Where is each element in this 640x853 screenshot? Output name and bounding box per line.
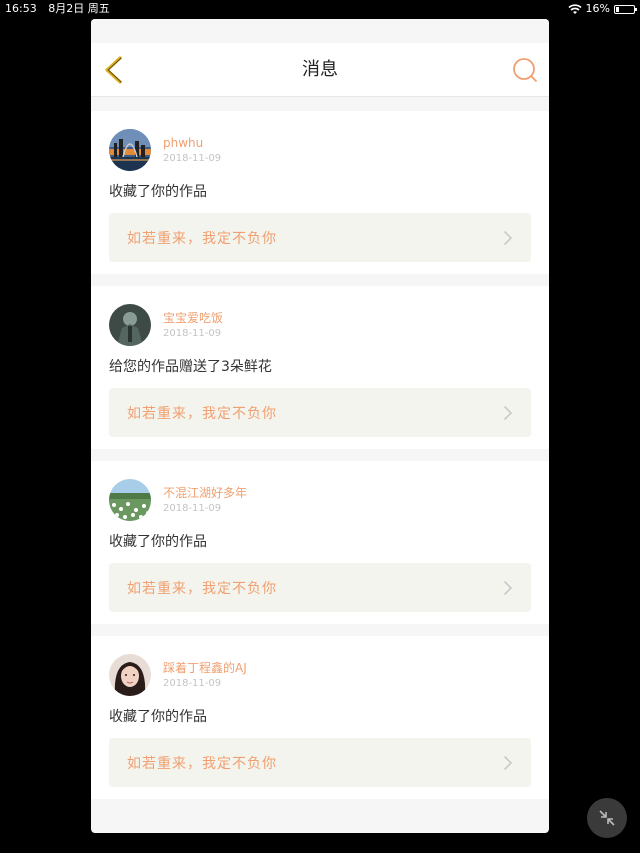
message-text: 收藏了你的作品 (109, 534, 207, 550)
username[interactable]: 不混江湖好多年 (163, 485, 247, 501)
flower-field-avatar[interactable] (109, 479, 151, 521)
message-date: 2018-11-09 (163, 677, 222, 689)
battery-fill (616, 6, 619, 12)
message-window: 消息 phwhu 2018-11-09 收藏了你的作品 如若重来，我定不负你 宝… (91, 19, 549, 833)
collapse-button[interactable] (587, 798, 627, 838)
message-date: 2018-11-09 (163, 152, 222, 164)
work-title: 如若重来，我定不负你 (127, 755, 277, 772)
message-date: 2018-11-09 (163, 502, 222, 514)
wifi-icon (568, 4, 582, 14)
work-link[interactable]: 如若重来，我定不负你 (109, 563, 531, 612)
message-text: 收藏了你的作品 (109, 709, 207, 725)
work-link[interactable]: 如若重来，我定不负你 (109, 738, 531, 787)
message-list: phwhu 2018-11-09 收藏了你的作品 如若重来，我定不负你 宝宝爱吃… (91, 97, 549, 799)
user-meta: 不混江湖好多年 2018-11-09 (163, 485, 247, 516)
girl-portrait-avatar[interactable] (109, 654, 151, 696)
work-title: 如若重来，我定不负你 (127, 580, 277, 597)
work-link[interactable]: 如若重来，我定不负你 (109, 388, 531, 437)
collapse-arrows-icon (599, 810, 615, 826)
username[interactable]: 宝宝爱吃饭 (163, 310, 223, 326)
message-card[interactable]: 宝宝爱吃饭 2018-11-09 给您的作品赠送了3朵鲜花 如若重来，我定不负你 (91, 286, 549, 449)
game-character-avatar[interactable] (109, 304, 151, 346)
work-link[interactable]: 如若重来，我定不负你 (109, 213, 531, 262)
username[interactable]: 踩着丁程鑫的AJ (163, 660, 247, 676)
battery-percent: 16% (585, 2, 610, 15)
status-bar: 16:53 8月2日 周五 16% (0, 0, 640, 18)
chevron-right-icon (504, 580, 513, 595)
username[interactable]: phwhu (163, 135, 221, 151)
city-skyline-avatar[interactable] (109, 129, 151, 171)
chevron-right-icon (504, 755, 513, 770)
user-meta: phwhu 2018-11-09 (163, 135, 221, 166)
page-title: 消息 (302, 59, 338, 80)
status-time: 16:53 (5, 2, 37, 15)
search-icon[interactable] (511, 57, 539, 83)
message-header: 宝宝爱吃饭 2018-11-09 (109, 304, 531, 346)
user-meta: 宝宝爱吃饭 2018-11-09 (163, 310, 223, 341)
top-strip (91, 19, 549, 43)
message-header: 不混江湖好多年 2018-11-09 (109, 479, 531, 521)
message-text: 给您的作品赠送了3朵鲜花 (109, 359, 272, 375)
status-date: 8月2日 周五 (48, 2, 110, 15)
message-header: phwhu 2018-11-09 (109, 129, 531, 171)
user-meta: 踩着丁程鑫的AJ 2018-11-09 (163, 660, 247, 691)
work-title: 如若重来，我定不负你 (127, 405, 277, 422)
message-card[interactable]: 踩着丁程鑫的AJ 2018-11-09 收藏了你的作品 如若重来，我定不负你 (91, 636, 549, 799)
battery-icon (614, 4, 637, 14)
message-date: 2018-11-09 (163, 327, 222, 339)
work-title: 如若重来，我定不负你 (127, 230, 277, 247)
chevron-right-icon (504, 230, 513, 245)
message-card[interactable]: 不混江湖好多年 2018-11-09 收藏了你的作品 如若重来，我定不负你 (91, 461, 549, 624)
message-text: 收藏了你的作品 (109, 184, 207, 200)
chevron-right-icon (504, 405, 513, 420)
message-card[interactable]: phwhu 2018-11-09 收藏了你的作品 如若重来，我定不负你 (91, 111, 549, 274)
nav-bar: 消息 (91, 43, 549, 97)
message-header: 踩着丁程鑫的AJ 2018-11-09 (109, 654, 531, 696)
